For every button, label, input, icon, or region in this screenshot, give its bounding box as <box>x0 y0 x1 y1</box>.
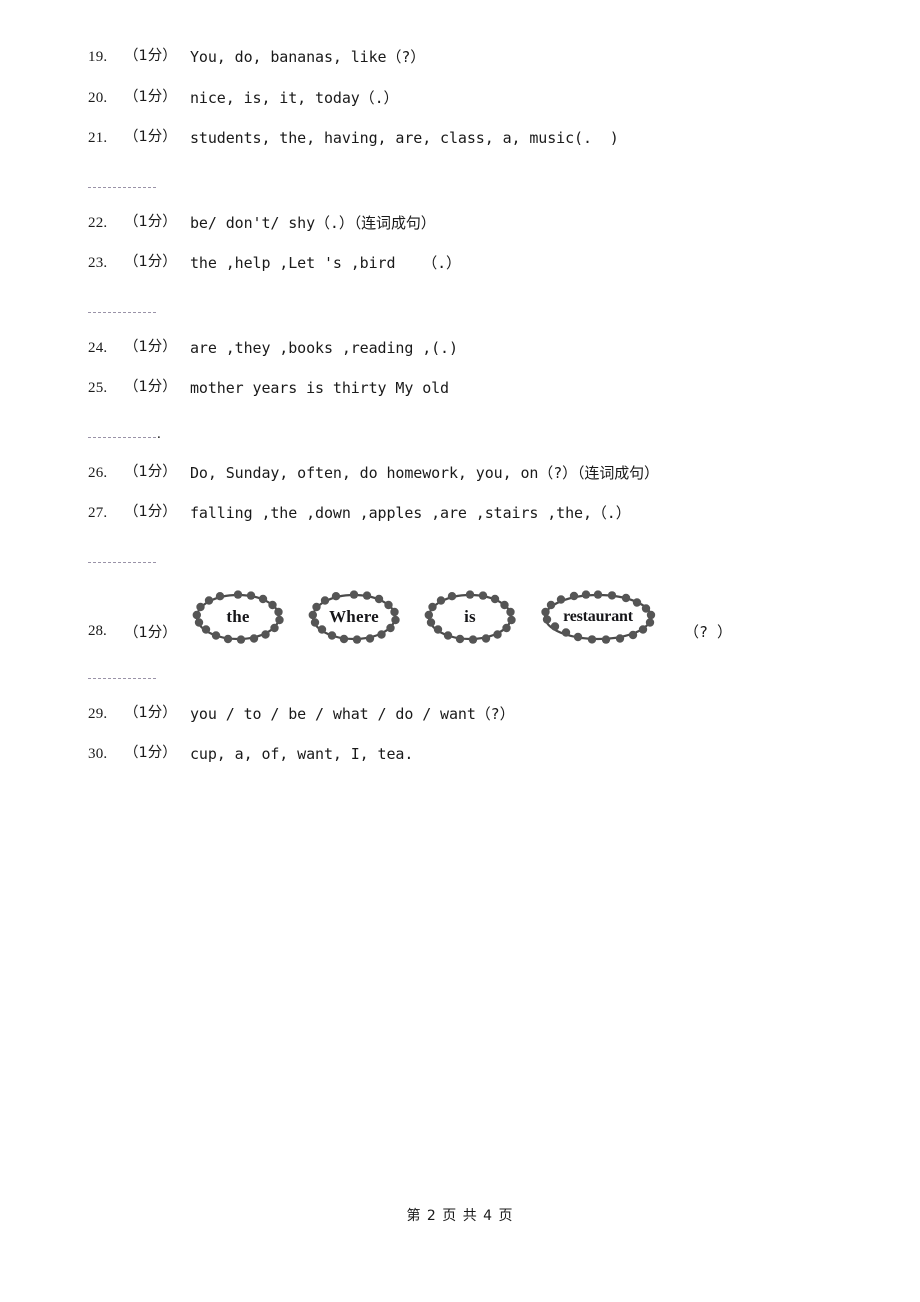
question-text: falling ,the ,down ,apples ,are ,stairs … <box>190 504 631 522</box>
question-number: 28. <box>88 623 107 639</box>
question-number: 26. <box>88 464 108 481</box>
question-number: 20. <box>88 89 108 106</box>
question-number: 27. <box>88 505 108 521</box>
answer-separator[interactable] <box>88 663 848 685</box>
question-row: 23. （1分） the ,help ,Let 's ,bird （.） <box>88 252 848 275</box>
question-number: 29. <box>88 705 108 722</box>
question-score: （1分） <box>124 745 177 761</box>
question-number: 21. <box>88 130 108 146</box>
question-text: mother years is thirty My old <box>190 379 449 397</box>
word-bubble[interactable]: restaurant <box>538 589 658 645</box>
question-row: 22. （1分） be/ don't/ shy（.）（连词成句） <box>88 212 848 235</box>
answer-blank-line[interactable] <box>88 562 156 563</box>
answer-blank-line[interactable] <box>88 312 156 313</box>
question-row: 26. （1分） Do, Sunday, often, do homework,… <box>88 462 848 485</box>
answer-blank-line[interactable] <box>88 187 156 188</box>
question-score: （1分） <box>124 379 177 395</box>
question-score: （1分） <box>124 338 177 355</box>
question-row-bubbles: 28. （1分） the Where is restaurant （? ） <box>88 587 848 651</box>
answer-period: . <box>157 425 161 442</box>
question-score: （1分） <box>124 504 177 520</box>
scalloped-oval-icon <box>192 589 284 644</box>
question-text: be/ don't/ shy（.）（连词成句） <box>190 213 436 232</box>
question-score: （1分） <box>124 129 177 145</box>
scalloped-oval-icon <box>541 589 656 644</box>
question-number: 22. <box>88 214 108 231</box>
word-bubble[interactable]: Where <box>306 589 402 645</box>
scalloped-oval-icon <box>424 589 516 644</box>
answer-separator[interactable] <box>88 172 848 194</box>
question-score: （1分） <box>124 463 177 480</box>
question-punctuation: （? ） <box>684 623 733 641</box>
question-row: 21. （1分） students, the, having, are, cla… <box>88 127 848 150</box>
exam-page: 19. （1分） You, do, bananas, like（?） 20. （… <box>0 0 920 1302</box>
answer-separator[interactable] <box>88 547 848 569</box>
question-number: 23. <box>88 255 108 271</box>
question-text: You, do, bananas, like（?） <box>190 48 426 66</box>
question-text: are ,they ,books ,reading ,(.) <box>190 338 458 357</box>
question-text: you / to / be / what / do / want（?） <box>190 704 515 723</box>
question-text: students, the, having, are, class, a, mu… <box>190 129 619 147</box>
question-number: 24. <box>88 339 108 356</box>
question-number: 19. <box>88 49 108 65</box>
question-row: 24. （1分） are ,they ,books ,reading ,(.) <box>88 337 848 360</box>
question-score: （1分） <box>124 213 177 230</box>
answer-separator[interactable]: . <box>88 422 848 444</box>
question-score: （1分） <box>124 254 177 270</box>
question-row: 19. （1分） You, do, bananas, like（?） <box>88 46 848 69</box>
question-score: （1分） <box>124 88 177 105</box>
questions-container: 19. （1分） You, do, bananas, like（?） 20. （… <box>88 46 848 784</box>
answer-separator[interactable] <box>88 297 848 319</box>
scalloped-oval-icon <box>308 589 400 644</box>
question-score: （1分） <box>124 48 177 64</box>
question-row: 30. （1分） cup, a, of, want, I, tea. <box>88 743 848 766</box>
word-bubble[interactable]: is <box>422 589 518 645</box>
word-bubble-group: the Where is restaurant <box>190 589 658 649</box>
question-score: （1分） <box>124 625 177 641</box>
question-row: 29. （1分） you / to / be / what / do / wan… <box>88 703 848 726</box>
question-text: the ,help ,Let 's ,bird （.） <box>190 254 461 272</box>
answer-blank-line[interactable] <box>88 678 156 679</box>
question-row: 25. （1分） mother years is thirty My old <box>88 377 848 400</box>
question-score: （1分） <box>124 704 177 721</box>
question-number: 25. <box>88 380 108 396</box>
answer-blank-line[interactable] <box>88 437 156 438</box>
page-footer: 第 2 页 共 4 页 <box>406 1208 514 1224</box>
question-number: 30. <box>88 746 108 762</box>
question-text: cup, a, of, want, I, tea. <box>190 745 414 763</box>
word-bubble[interactable]: the <box>190 589 286 645</box>
question-row: 20. （1分） nice, is, it, today（.） <box>88 87 848 110</box>
question-text: Do, Sunday, often, do homework, you, on（… <box>190 463 659 482</box>
question-row: 27. （1分） falling ,the ,down ,apples ,are… <box>88 502 848 525</box>
question-text: nice, is, it, today（.） <box>190 88 399 107</box>
